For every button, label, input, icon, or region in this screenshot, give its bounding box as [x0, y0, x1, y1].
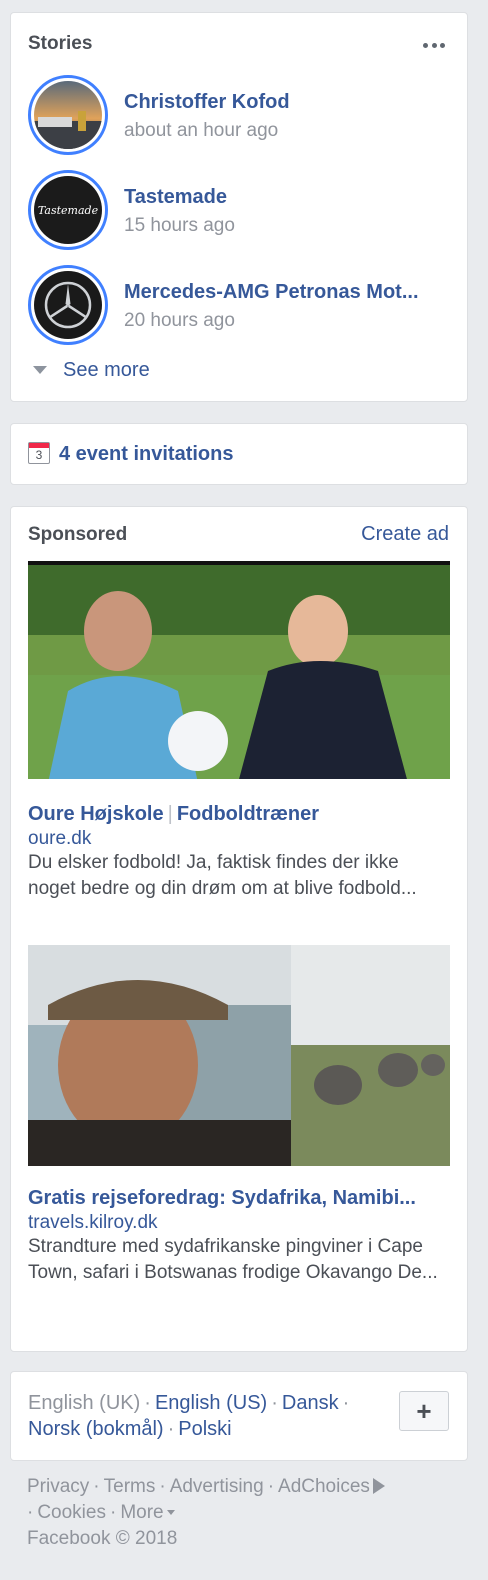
story-name[interactable]: Tastemade	[124, 186, 227, 209]
footer-link-advertising[interactable]: Advertising	[170, 1476, 264, 1497]
story-avatar-ring: Tastemade	[28, 170, 108, 250]
calendar-day: 3	[35, 448, 43, 462]
footer-link-adchoices[interactable]: AdChoices	[278, 1476, 385, 1497]
footer-link-more[interactable]: More	[120, 1502, 175, 1523]
chevron-down-icon	[33, 366, 47, 374]
story-item[interactable]: Tastemade Tastemade 15 hours ago	[28, 170, 448, 254]
ad-image-travel[interactable]	[28, 945, 450, 1166]
footer-link-terms[interactable]: Terms	[104, 1476, 156, 1497]
story-item[interactable]: Mercedes-AMG Petronas Mot... 20 hours ag…	[28, 265, 448, 349]
current-language: English (UK)	[28, 1392, 141, 1414]
sponsored-card: Sponsored Create ad Oure Højskole | Fodbol…	[10, 506, 468, 1352]
chevron-down-icon	[166, 1510, 175, 1515]
adchoices-label[interactable]: AdChoices	[278, 1476, 370, 1497]
adchoices-icon	[372, 1478, 385, 1494]
language-link[interactable]: Polski	[178, 1418, 231, 1440]
story-time: 20 hours ago	[124, 310, 235, 331]
stories-card: Stories Christoffer Kofod about an hour …	[10, 12, 468, 402]
avatar	[34, 271, 102, 339]
footer: Privacy · Terms · Advertising · AdChoices · Cook…	[27, 1474, 457, 1552]
language-link[interactable]: Dansk	[282, 1392, 339, 1414]
copyright: Facebook © 2018	[27, 1528, 178, 1549]
ad-image-football[interactable]	[28, 561, 450, 783]
tastemade-logo: Tastemade	[37, 203, 99, 217]
footer-link-privacy[interactable]: Privacy	[27, 1476, 89, 1497]
see-more-label[interactable]: See more	[63, 359, 150, 382]
languages-card: English (UK) · English (US) · Dansk · Norsk (b…	[10, 1371, 468, 1461]
ad-title-separator: |	[167, 803, 173, 825]
story-item[interactable]: Christoffer Kofod about an hour ago	[28, 75, 448, 159]
avatar: Tastemade	[34, 176, 102, 244]
stories-title: Stories	[28, 33, 93, 54]
mercedes-star-icon	[44, 281, 92, 329]
sponsored-title: Sponsored	[28, 524, 128, 545]
ad-title-advertiser[interactable]: Oure Højskole	[28, 803, 164, 825]
add-language-button[interactable]: +	[399, 1391, 449, 1431]
story-name[interactable]: Christoffer Kofod	[124, 91, 290, 114]
event-invitations-link[interactable]: 4 event invitations	[59, 443, 234, 466]
ad-description: Du elsker fodbold! Ja, faktisk findes de…	[28, 852, 417, 899]
calendar-icon: 3	[28, 442, 50, 464]
avatar	[34, 81, 102, 149]
language-list: English (UK) · English (US) · Dansk · Norsk (b…	[28, 1392, 350, 1440]
story-time: 15 hours ago	[124, 215, 235, 236]
footer-link-cookies[interactable]: Cookies	[37, 1502, 106, 1523]
language-link[interactable]: English (US)	[155, 1392, 267, 1414]
story-time: about an hour ago	[124, 120, 279, 141]
plus-icon: +	[416, 1396, 432, 1426]
story-avatar-ring	[28, 75, 108, 155]
create-ad-link[interactable]: Create ad	[361, 523, 449, 546]
language-link[interactable]: Norsk (bokmål)	[28, 1418, 164, 1440]
ad-description: Strandture med sydafrikanske pingviner i…	[28, 1236, 438, 1283]
ad-title-headline[interactable]: Fodboldtræner	[177, 803, 319, 825]
more-options-icon[interactable]	[423, 43, 445, 49]
story-name[interactable]: Mercedes-AMG Petronas Mot...	[124, 281, 419, 304]
events-card[interactable]: 3 4 event invitations	[10, 423, 468, 485]
ad-title[interactable]: Gratis rejseforedrag: Sydafrika, Namibi.…	[28, 1187, 450, 1210]
ad-domain[interactable]: oure.dk	[28, 828, 91, 850]
ad-domain[interactable]: travels.kilroy.dk	[28, 1212, 158, 1234]
story-avatar-ring	[28, 265, 108, 345]
more-label[interactable]: More	[120, 1502, 163, 1523]
ad-title[interactable]: Oure Højskole | Fodboldtræner	[28, 803, 450, 826]
